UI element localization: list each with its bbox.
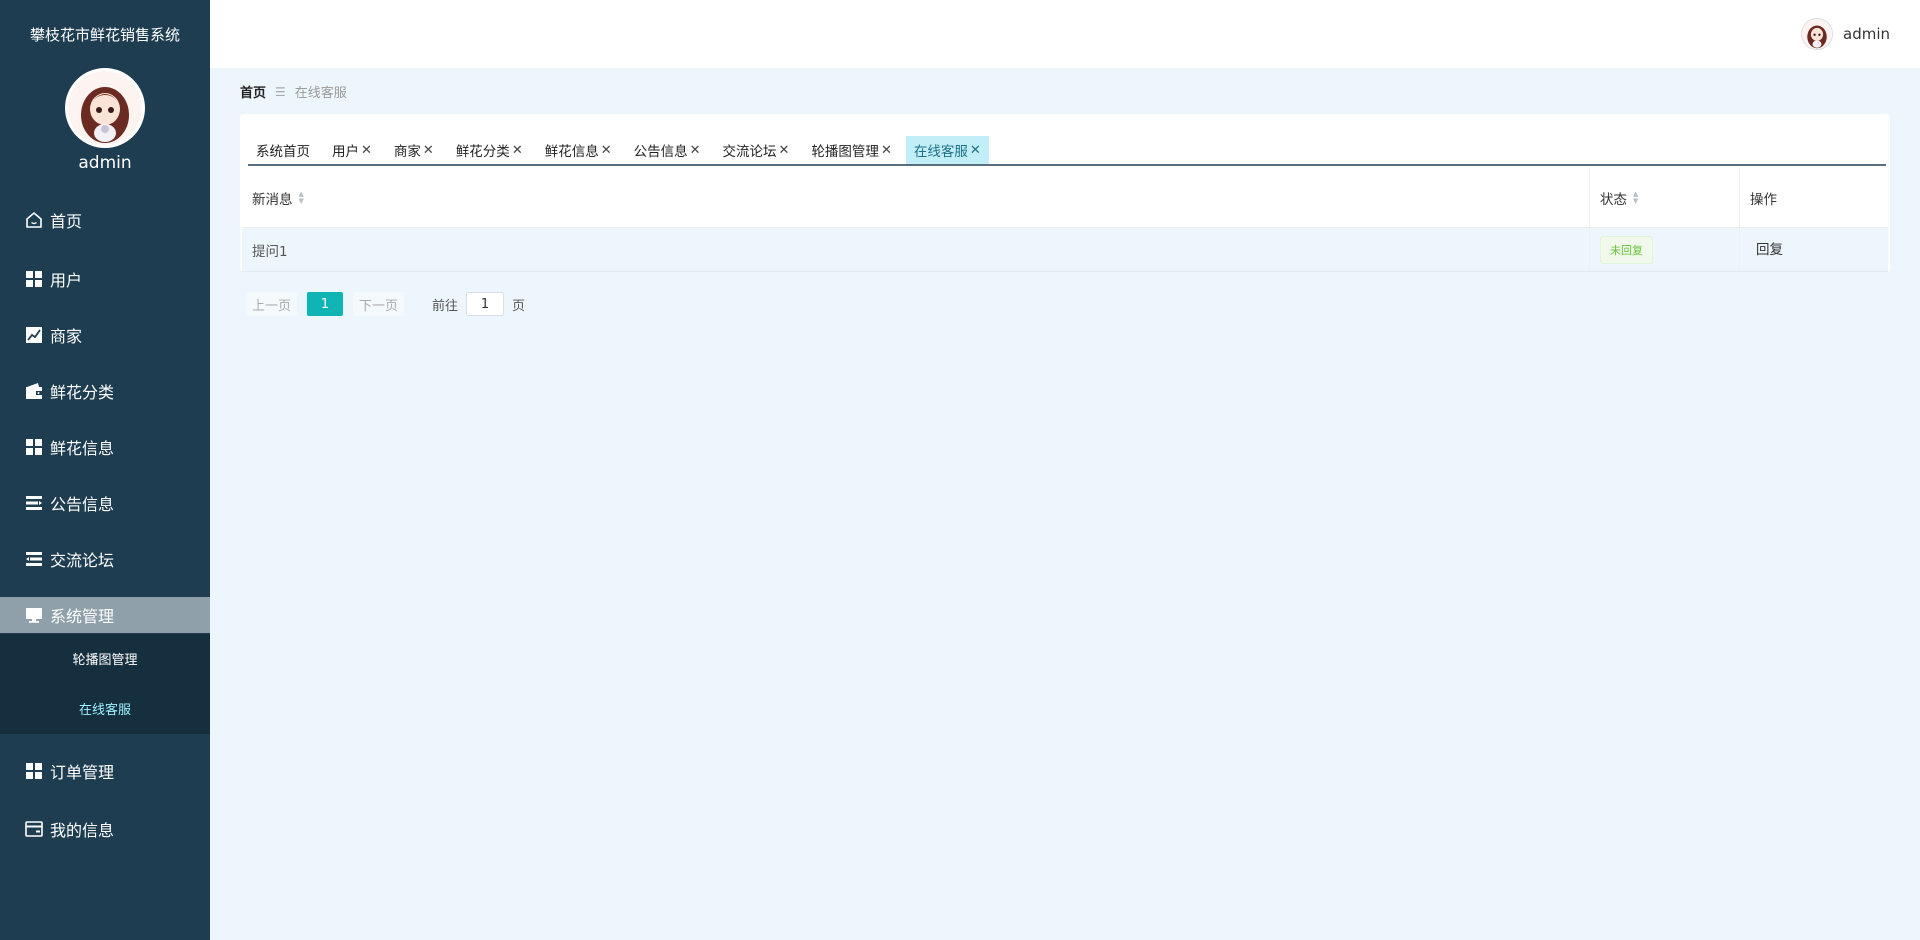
column-header-action: 操作 bbox=[1740, 168, 1888, 227]
sidebar-item-label: 鲜花分类 bbox=[50, 383, 115, 402]
user-avatar bbox=[1801, 18, 1833, 50]
goto-suffix: 页 bbox=[512, 298, 526, 314]
breadcrumb-separator-icon: ☰ bbox=[275, 84, 286, 99]
list-icon bbox=[24, 493, 44, 513]
wallet-icon bbox=[24, 381, 44, 401]
tab-forum[interactable]: 交流论坛 ✕ bbox=[714, 136, 798, 164]
page-number-current[interactable]: 1 bbox=[307, 292, 344, 316]
tab-label: 系统首页 bbox=[256, 144, 310, 160]
action-cell: 回复 bbox=[1740, 228, 1888, 271]
close-icon[interactable]: ✕ bbox=[423, 143, 434, 158]
column-header-message[interactable]: 新消息 ▲ ▼ bbox=[242, 168, 1590, 227]
column-header-label: 状态 bbox=[1600, 191, 1627, 208]
grid-icon bbox=[24, 437, 44, 457]
sidebar-item-my-info[interactable]: 我的信息 bbox=[0, 809, 210, 849]
sidebar-item-label: 公告信息 bbox=[50, 495, 115, 514]
tab-system-home[interactable]: 系统首页 bbox=[248, 136, 318, 164]
grid-icon bbox=[24, 269, 44, 289]
close-icon[interactable]: ✕ bbox=[779, 143, 790, 158]
sidebar-item-label: 我的信息 bbox=[50, 821, 115, 840]
close-icon[interactable]: ✕ bbox=[601, 143, 612, 158]
close-icon[interactable]: ✕ bbox=[690, 143, 701, 158]
breadcrumb-current: 在线客服 bbox=[294, 86, 347, 101]
submenu-item-carousel[interactable]: 轮播图管理 bbox=[0, 649, 210, 668]
goto-label: 前往 bbox=[432, 298, 459, 314]
prev-page-button[interactable]: 上一页 bbox=[246, 292, 298, 316]
app-title: 攀枝花市鲜花销售系统 bbox=[29, 26, 180, 44]
tab-users[interactable]: 用户 ✕ bbox=[324, 136, 380, 164]
close-icon[interactable]: ✕ bbox=[361, 143, 372, 158]
admin-name: admin bbox=[78, 153, 132, 173]
tab-label: 商家 bbox=[393, 144, 421, 160]
sidebar-item-announcements[interactable]: 公告信息 bbox=[0, 483, 210, 523]
breadcrumb-home[interactable]: 首页 bbox=[240, 82, 266, 101]
monitor-icon bbox=[24, 605, 44, 625]
sidebar-item-flower-category[interactable]: 鲜花分类 bbox=[0, 371, 210, 411]
sidebar-item-system-management[interactable]: 系统管理 bbox=[0, 597, 210, 633]
close-icon[interactable]: ✕ bbox=[512, 143, 523, 158]
card-icon bbox=[24, 819, 44, 839]
home-icon bbox=[24, 210, 44, 230]
column-header-label: 新消息 bbox=[252, 191, 293, 208]
content-card: 系统首页 用户 ✕ 商家 ✕ 鲜花分类 ✕ 鲜花信息 ✕ 公告信息 ✕ 交流论坛… bbox=[240, 114, 1890, 272]
tab-label: 轮播图管理 bbox=[811, 144, 879, 160]
sidebar-item-label: 系统管理 bbox=[50, 607, 115, 626]
top-bar: admin bbox=[210, 0, 1920, 68]
sidebar-item-label: 用户 bbox=[50, 271, 83, 290]
list-indent-icon bbox=[24, 549, 44, 569]
breadcrumb: 首页 ☰ 在线客服 bbox=[240, 82, 347, 102]
tab-label: 公告信息 bbox=[633, 144, 688, 160]
sidebar-item-label: 商家 bbox=[50, 327, 83, 346]
sidebar-item-merchants[interactable]: 商家 bbox=[0, 315, 210, 355]
tab-online-service[interactable]: 在线客服 ✕ bbox=[905, 136, 989, 164]
sidebar-item-orders[interactable]: 订单管理 bbox=[0, 751, 210, 791]
sidebar-item-label: 交流论坛 bbox=[50, 551, 115, 570]
table-row: 提问1 未回复 回复 bbox=[242, 228, 1888, 272]
user-menu[interactable]: admin bbox=[1801, 18, 1890, 50]
tab-label: 用户 bbox=[332, 144, 359, 160]
sidebar-item-flower-info[interactable]: 鲜花信息 bbox=[0, 427, 210, 467]
sidebar-item-users[interactable]: 用户 bbox=[0, 259, 210, 299]
admin-avatar bbox=[65, 68, 145, 148]
table-header: 新消息 ▲ ▼ 状态 ▲ ▼ 操作 bbox=[242, 168, 1888, 228]
sort-icon[interactable]: ▲ ▼ bbox=[299, 190, 304, 205]
sidebar-item-label: 鲜花信息 bbox=[50, 439, 115, 458]
tab-label: 在线客服 bbox=[913, 144, 968, 160]
tab-carousel[interactable]: 轮播图管理 ✕ bbox=[803, 136, 900, 164]
tab-label: 鲜花信息 bbox=[544, 144, 599, 160]
sidebar-item-label: 订单管理 bbox=[50, 763, 115, 782]
sidebar-item-label: 首页 bbox=[50, 212, 83, 231]
sidebar-item-forum[interactable]: 交流论坛 bbox=[0, 539, 210, 579]
close-icon[interactable]: ✕ bbox=[881, 143, 892, 158]
close-icon[interactable]: ✕ bbox=[970, 143, 981, 158]
tab-announcements[interactable]: 公告信息 ✕ bbox=[625, 136, 709, 164]
reply-button[interactable]: 回复 bbox=[1756, 238, 1783, 258]
sidebar-item-home[interactable]: 首页 bbox=[0, 200, 210, 240]
tab-label: 交流论坛 bbox=[722, 144, 777, 160]
next-page-button[interactable]: 下一页 bbox=[353, 292, 405, 316]
message-cell: 提问1 bbox=[242, 228, 1590, 271]
tab-merchants[interactable]: 商家 ✕ bbox=[385, 136, 442, 164]
column-header-status[interactable]: 状态 ▲ ▼ bbox=[1590, 168, 1740, 227]
tab-label: 鲜花分类 bbox=[455, 144, 510, 160]
grid-icon bbox=[24, 761, 44, 781]
sort-icon[interactable]: ▲ ▼ bbox=[1633, 190, 1638, 205]
tab-flower-info[interactable]: 鲜花信息 ✕ bbox=[536, 136, 620, 164]
sidebar: 攀枝花市鲜花销售系统 admin 首页 用户 商家 鲜花分类 鲜花信息 公告信息… bbox=[0, 0, 210, 940]
chart-icon bbox=[24, 325, 44, 345]
status-badge: 未回复 bbox=[1600, 235, 1653, 264]
column-header-label: 操作 bbox=[1750, 191, 1777, 208]
goto-page-input[interactable] bbox=[466, 292, 505, 316]
tab-bar: 系统首页 用户 ✕ 商家 ✕ 鲜花分类 ✕ 鲜花信息 ✕ 公告信息 ✕ 交流论坛… bbox=[248, 134, 1886, 166]
status-cell: 未回复 bbox=[1590, 228, 1740, 271]
messages-table: 新消息 ▲ ▼ 状态 ▲ ▼ 操作 提问1 未回复 回复 bbox=[242, 168, 1888, 272]
submenu-item-online-service[interactable]: 在线客服 bbox=[0, 699, 210, 718]
tab-flower-category[interactable]: 鲜花分类 ✕ bbox=[447, 136, 531, 164]
pagination: 上一页 1 下一页 前往 页 bbox=[246, 292, 525, 316]
username: admin bbox=[1843, 25, 1890, 43]
system-submenu: 轮播图管理 在线客服 bbox=[0, 634, 210, 734]
